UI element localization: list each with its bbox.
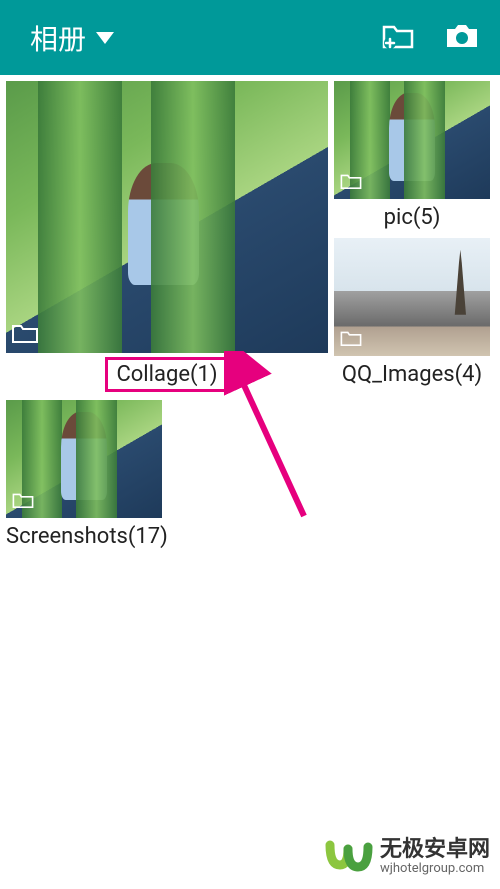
album-screenshots-label: Screenshots(17) xyxy=(6,518,164,557)
album-collage-label: Collage(1) xyxy=(105,357,228,392)
album-qq-images[interactable]: QQ_Images(4) xyxy=(334,238,490,395)
add-folder-icon xyxy=(380,21,416,55)
album-pic-label: pic(5) xyxy=(334,199,490,238)
camera-icon xyxy=(444,21,480,55)
album-pic-thumb xyxy=(334,81,490,199)
album-collage-label-wrap: Collage(1) xyxy=(6,353,328,398)
watermark-title: 无极安卓网 xyxy=(380,838,490,862)
folder-icon xyxy=(12,323,38,347)
add-folder-button[interactable] xyxy=(380,21,416,55)
watermark-logo-icon xyxy=(324,835,374,879)
album-collage-thumb xyxy=(6,81,328,353)
folder-icon xyxy=(340,173,362,193)
album-collage[interactable]: Collage(1) xyxy=(6,81,328,398)
folder-icon xyxy=(12,492,34,512)
watermark: 无极安卓网 wjhotelgroup.com xyxy=(324,835,490,879)
person-placeholder xyxy=(128,163,199,285)
watermark-text: 无极安卓网 wjhotelgroup.com xyxy=(380,838,490,876)
app-header: 相册 xyxy=(0,0,500,75)
album-qq-thumb xyxy=(334,238,490,356)
folder-icon xyxy=(340,330,362,350)
album-pic[interactable]: pic(5) xyxy=(334,81,490,238)
camera-button[interactable] xyxy=(444,21,480,55)
album-screenshots-thumb xyxy=(6,400,162,518)
watermark-url: wjhotelgroup.com xyxy=(380,862,490,876)
person-placeholder xyxy=(389,93,436,182)
album-screenshots[interactable]: Screenshots(17) xyxy=(6,400,164,557)
person-placeholder xyxy=(61,412,108,501)
album-grid: Collage(1) pic(5) QQ_Images(4) xyxy=(0,75,500,563)
album-qq-label: QQ_Images(4) xyxy=(334,356,490,395)
album-right-column: pic(5) QQ_Images(4) xyxy=(334,81,490,395)
header-title-text: 相册 xyxy=(30,18,86,58)
dropdown-arrow-icon xyxy=(96,32,114,44)
album-dropdown[interactable]: 相册 xyxy=(30,18,114,58)
